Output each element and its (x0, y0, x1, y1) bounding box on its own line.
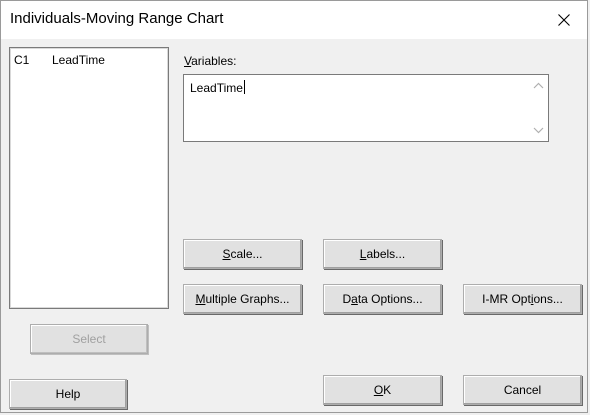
scroll-down-icon[interactable] (533, 127, 544, 134)
column-list[interactable]: C1 LeadTime (9, 47, 169, 309)
column-id: C1 (14, 53, 30, 67)
multiple-graphs-button[interactable]: Multiple Graphs... (183, 284, 302, 314)
column-name: LeadTime (52, 53, 105, 67)
variables-field[interactable]: LeadTime (183, 74, 549, 142)
title-bar: Individuals-Moving Range Chart (1, 1, 587, 39)
close-button[interactable] (541, 1, 587, 39)
imr-options-button[interactable]: I-MR Opt i ons... (463, 284, 582, 314)
help-button[interactable]: Help (9, 379, 127, 409)
scroll-up-icon[interactable] (533, 82, 544, 89)
cancel-button[interactable]: Cancel (463, 375, 582, 405)
scale-button[interactable]: Scale... (183, 239, 302, 269)
select-button[interactable]: Select (30, 324, 148, 354)
text-caret (243, 80, 245, 94)
ok-button[interactable]: OK (323, 375, 442, 405)
labels-button[interactable]: Labels... (323, 239, 442, 269)
variables-value: LeadTime (190, 81, 243, 95)
dialog: Individuals-Moving Range Chart C1 LeadTim… (0, 0, 588, 413)
variables-label: Variables: (184, 54, 237, 68)
close-icon (558, 14, 570, 26)
window-title: Individuals-Moving Range Chart (10, 10, 224, 27)
list-item[interactable]: C1 LeadTime (14, 53, 105, 67)
data-options-button[interactable]: Da ta Options... (323, 284, 442, 314)
scrollbar[interactable] (530, 76, 547, 140)
